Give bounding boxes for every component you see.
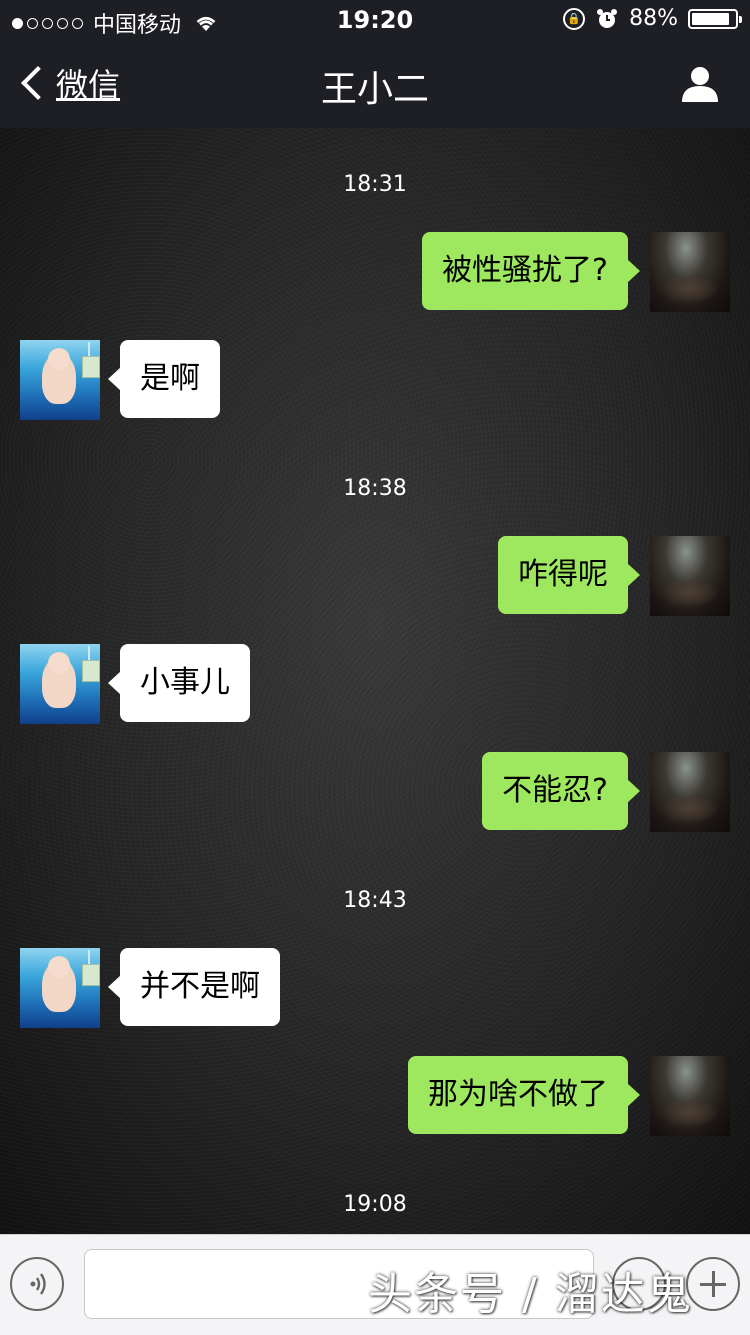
avatar-banknote — [82, 964, 100, 986]
watermark: 头条号 / 溜达鬼 — [368, 1269, 693, 1320]
contact-avatar[interactable] — [20, 948, 100, 1028]
timestamp: 18:38 — [343, 476, 407, 501]
person-icon[interactable] — [680, 64, 720, 104]
avatar-banknote — [82, 660, 100, 682]
message-bubble-received[interactable]: 并不是啊 — [108, 948, 280, 1026]
avatar-baby-figure — [42, 348, 76, 404]
message-bubble-received[interactable]: 小事儿 — [108, 644, 250, 722]
voice-icon[interactable] — [10, 1257, 64, 1311]
plus-icon[interactable] — [686, 1257, 740, 1311]
my-avatar[interactable] — [650, 752, 730, 832]
timestamp: 18:43 — [343, 888, 407, 913]
avatar-baby-figure — [42, 956, 76, 1012]
chat-area[interactable]: 18:31 被性骚扰了? 是啊 18:38 咋得呢 小事儿 不能忍? 18:43… — [0, 128, 750, 1234]
orientation-lock-icon: 🔒 — [563, 7, 586, 30]
timestamp: 18:31 — [343, 172, 407, 197]
contact-avatar[interactable] — [20, 644, 100, 724]
message-bubble-sent[interactable]: 被性骚扰了? — [422, 232, 640, 310]
message-bubble-received[interactable]: 是啊 — [108, 340, 220, 418]
message-bubble-sent[interactable]: 那为啥不做了 — [408, 1056, 640, 1134]
contact-avatar[interactable] — [20, 340, 100, 420]
message-bubble-sent[interactable]: 不能忍? — [482, 752, 640, 830]
timestamp: 19:08 — [343, 1192, 407, 1217]
message-bubble-sent[interactable]: 咋得呢 — [498, 536, 640, 614]
battery-icon — [688, 8, 742, 29]
nav-bar: 微信 王小二 — [0, 40, 750, 128]
avatar-baby-figure — [42, 652, 76, 708]
status-right: 🔒 88% — [563, 6, 742, 31]
my-avatar[interactable] — [650, 536, 730, 616]
status-bar: 中国移动 19:20 🔒 88% — [0, 0, 750, 40]
alarm-icon — [597, 8, 618, 28]
chat-title: 王小二 — [320, 69, 429, 110]
my-avatar[interactable] — [650, 1056, 730, 1136]
battery-fill — [692, 12, 729, 25]
battery-percent: 88% — [629, 6, 678, 31]
avatar-banknote — [82, 356, 100, 378]
my-avatar[interactable] — [650, 232, 730, 312]
